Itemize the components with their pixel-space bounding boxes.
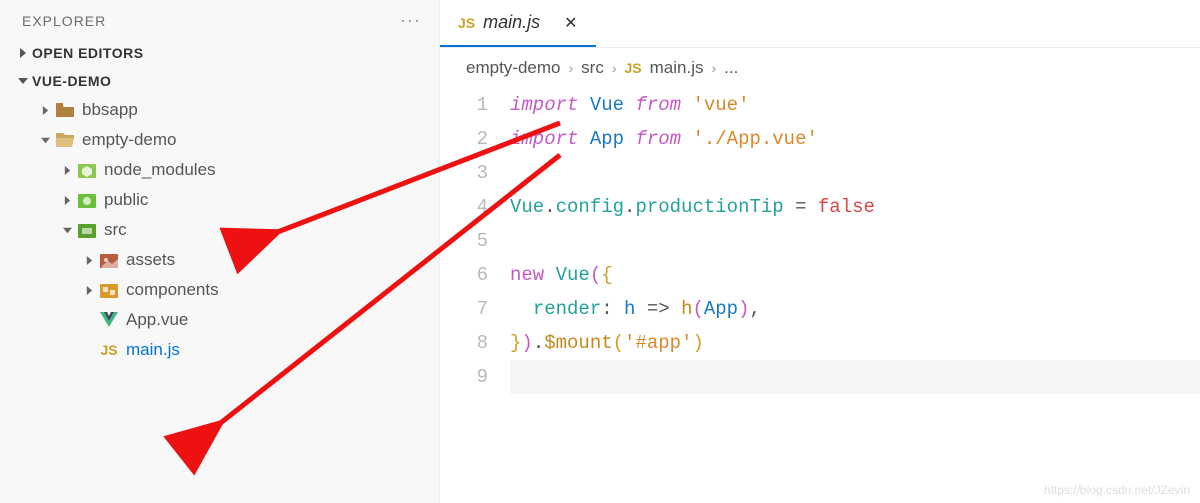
line-gutter: 1 2 3 4 5 6 7 8 9 xyxy=(440,88,510,394)
breadcrumb-seg[interactable]: src xyxy=(581,58,604,78)
folder-label: public xyxy=(104,190,148,210)
breadcrumb-seg[interactable]: ... xyxy=(724,58,738,78)
open-editors-label: OPEN EDITORS xyxy=(32,45,144,61)
line-number: 1 xyxy=(440,88,488,122)
project-label: VUE-DEMO xyxy=(32,73,111,89)
assets-folder-icon xyxy=(98,252,120,268)
tab-main-js[interactable]: JS main.js ✕ xyxy=(440,0,596,47)
chevron-down-icon xyxy=(58,222,76,238)
code-editor[interactable]: 1 2 3 4 5 6 7 8 9 import Vue from 'vue' … xyxy=(440,88,1200,394)
file-label: App.vue xyxy=(126,310,188,330)
file-tree: bbsapp empty-demo node_modules public sr… xyxy=(0,95,439,365)
folder-open-icon xyxy=(54,133,76,147)
chevron-right-icon xyxy=(14,45,32,61)
line-number: 8 xyxy=(440,326,488,360)
tab-bar: JS main.js ✕ xyxy=(440,0,1200,48)
project-section[interactable]: VUE-DEMO xyxy=(0,67,439,95)
folder-icon xyxy=(54,103,76,117)
line-number: 4 xyxy=(440,190,488,224)
folder-node-modules[interactable]: node_modules xyxy=(6,155,439,185)
line-number: 7 xyxy=(440,292,488,326)
line-number: 6 xyxy=(440,258,488,292)
breadcrumb-seg[interactable]: empty-demo xyxy=(466,58,560,78)
line-number: 2 xyxy=(440,122,488,156)
folder-src[interactable]: src xyxy=(6,215,439,245)
chevron-right-icon xyxy=(36,102,54,118)
breadcrumb-seg[interactable]: main.js xyxy=(650,58,704,78)
file-label: main.js xyxy=(126,340,180,360)
explorer-sidebar: EXPLORER ··· OPEN EDITORS VUE-DEMO bbsap… xyxy=(0,0,440,503)
folder-label: node_modules xyxy=(104,160,216,180)
open-editors-section[interactable]: OPEN EDITORS xyxy=(0,39,439,67)
chevron-right-icon: › xyxy=(612,60,617,76)
file-main-js[interactable]: JS main.js xyxy=(6,335,439,365)
src-folder-icon xyxy=(76,222,98,238)
editor-pane: JS main.js ✕ empty-demo › src › JS main.… xyxy=(440,0,1200,503)
folder-label: src xyxy=(104,220,127,240)
close-icon[interactable]: ✕ xyxy=(564,13,577,33)
chevron-right-icon: › xyxy=(568,60,573,76)
line-number: 9 xyxy=(440,360,488,394)
js-file-icon: JS xyxy=(458,15,475,31)
code-content[interactable]: import Vue from 'vue' import App from '.… xyxy=(510,88,1200,394)
chevron-down-icon xyxy=(36,132,54,148)
public-folder-icon xyxy=(76,192,98,208)
sidebar-header: EXPLORER ··· xyxy=(0,0,439,39)
vue-file-icon xyxy=(98,312,120,328)
chevron-right-icon xyxy=(58,192,76,208)
more-icon[interactable]: ··· xyxy=(400,10,421,31)
folder-components[interactable]: components xyxy=(6,275,439,305)
chevron-right-icon xyxy=(80,252,98,268)
line-number: 5 xyxy=(440,224,488,258)
folder-label: empty-demo xyxy=(82,130,176,150)
line-number: 3 xyxy=(440,156,488,190)
folder-label: bbsapp xyxy=(82,100,138,120)
components-folder-icon xyxy=(98,282,120,298)
file-app-vue[interactable]: App.vue xyxy=(6,305,439,335)
chevron-right-icon xyxy=(58,162,76,178)
nodejs-folder-icon xyxy=(76,162,98,178)
explorer-title: EXPLORER xyxy=(22,13,106,29)
chevron-right-icon: › xyxy=(711,60,716,76)
folder-assets[interactable]: assets xyxy=(6,245,439,275)
folder-empty-demo[interactable]: empty-demo xyxy=(6,125,439,155)
chevron-down-icon xyxy=(14,73,32,89)
breadcrumb[interactable]: empty-demo › src › JS main.js › ... xyxy=(440,48,1200,88)
folder-label: assets xyxy=(126,250,175,270)
watermark: https://blog.csdn.net/JZevin xyxy=(1044,483,1190,497)
chevron-right-icon xyxy=(80,282,98,298)
folder-label: components xyxy=(126,280,219,300)
js-file-icon: JS xyxy=(625,60,642,76)
folder-bbsapp[interactable]: bbsapp xyxy=(6,95,439,125)
tab-label: main.js xyxy=(483,12,540,33)
js-file-icon: JS xyxy=(98,342,120,358)
folder-public[interactable]: public xyxy=(6,185,439,215)
